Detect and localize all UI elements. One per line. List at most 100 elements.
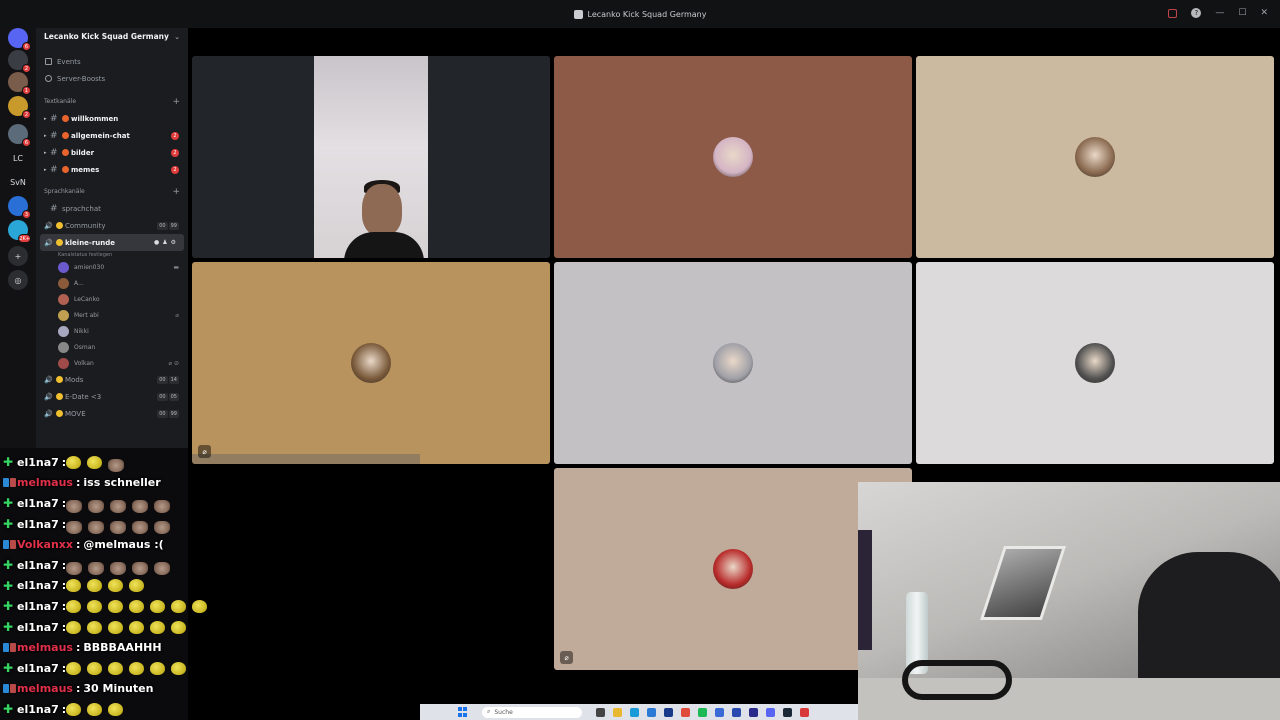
voice-member[interactable]: LeCanko xyxy=(36,291,188,307)
discover-icon[interactable]: ◎ xyxy=(8,270,28,290)
avatar xyxy=(58,341,69,353)
voice-channel-community[interactable]: 🔊 Community 00 99 xyxy=(36,217,188,234)
channel-allgemein-chat[interactable]: ▸ # allgemein-chat 2 xyxy=(36,127,188,144)
chat-message: ✚ el1na7: xyxy=(0,514,230,535)
avatar xyxy=(58,357,69,369)
voice-channel-mods[interactable]: 🔊 Mods 00 14 xyxy=(36,371,188,388)
maximize-icon[interactable]: ☐ xyxy=(1238,8,1246,18)
chat-text: 30 Minuten xyxy=(83,682,154,696)
cat-emote-icon xyxy=(154,499,171,513)
participant-tile[interactable] xyxy=(916,56,1274,258)
channel-bilder[interactable]: ▸ # bilder 2 xyxy=(36,144,188,161)
frog-emote-icon xyxy=(108,702,124,716)
chat-username: melmaus xyxy=(17,641,73,655)
participant-tile[interactable] xyxy=(554,262,912,464)
server-svn[interactable]: SvN xyxy=(8,172,28,192)
app-icon[interactable] xyxy=(664,707,673,717)
voice-member[interactable]: amien030 ▬ xyxy=(36,259,188,275)
server-icon[interactable]: 6 xyxy=(8,28,31,51)
app-icon[interactable] xyxy=(732,707,741,717)
vs-icon[interactable] xyxy=(749,707,758,717)
server-icon[interactable]: 2 xyxy=(8,50,31,73)
minimize-icon[interactable]: — xyxy=(1215,8,1224,18)
task-view-icon[interactable] xyxy=(596,707,605,717)
help-icon[interactable]: ? xyxy=(1191,8,1202,18)
server-boosts-label: Server-Boosts xyxy=(57,74,106,83)
chat-message: ✚ el1na7: xyxy=(0,699,230,720)
speaker-icon: 🔊 xyxy=(44,392,53,401)
category-text-channels[interactable]: Textkanäle + xyxy=(36,93,188,110)
window-title-text: Lecanko Kick Squad Germany xyxy=(587,9,707,19)
frog-emote-icon xyxy=(66,620,82,634)
frog-emote-icon xyxy=(129,661,145,675)
voice-member[interactable]: Volkan ⌀ ⊘ xyxy=(36,355,188,371)
voice-member[interactable]: A... xyxy=(36,275,188,291)
taskbar-search[interactable]: ⌕ Suche xyxy=(482,706,582,718)
store-icon[interactable] xyxy=(647,707,656,717)
subscriber-badge-icon xyxy=(3,540,17,550)
chat-icon[interactable]: ● xyxy=(154,239,159,246)
channel-memes[interactable]: ▸ # memes 2 xyxy=(36,161,188,178)
taskbar-apps xyxy=(596,707,809,717)
edge-icon[interactable] xyxy=(630,707,639,717)
subscriber-badge-icon xyxy=(3,684,17,694)
invite-icon[interactable]: ♟ xyxy=(162,239,167,246)
server-badge: 1 xyxy=(22,86,31,95)
chat-message: ✚ el1na7: xyxy=(0,596,230,617)
add-channel-icon[interactable]: + xyxy=(172,97,180,107)
participant-tile[interactable] xyxy=(554,56,912,258)
frog-emote-icon xyxy=(87,599,103,613)
unread-dot xyxy=(62,166,69,173)
chrome-icon[interactable] xyxy=(681,707,690,717)
channel-label: memes xyxy=(71,165,100,174)
server-boosts-link[interactable]: Server-Boosts xyxy=(36,70,188,87)
discord-icon[interactable] xyxy=(766,707,775,717)
participant-tile[interactable] xyxy=(192,56,550,258)
frog-emote-icon xyxy=(129,620,145,634)
app-icon[interactable] xyxy=(715,707,724,717)
guild-header[interactable]: Lecanko Kick Squad Germany ⌄ xyxy=(36,28,188,45)
window-controls: ? — ☐ ✕ xyxy=(1168,8,1268,18)
plus-badge-icon: ✚ xyxy=(3,661,14,676)
app-icon[interactable] xyxy=(800,707,809,717)
close-icon[interactable]: ✕ xyxy=(1260,8,1268,18)
gear-icon[interactable]: ⚙ xyxy=(171,239,176,246)
server-icon[interactable]: 3 xyxy=(8,196,31,219)
plus-badge-icon: ✚ xyxy=(3,496,14,511)
voice-channel-e-date-3[interactable]: 🔊 E-Date <3 00 05 xyxy=(36,388,188,405)
windows-start-icon[interactable] xyxy=(458,707,468,717)
cat-emote-icon xyxy=(154,561,171,575)
server-icon[interactable]: 1 xyxy=(8,72,31,95)
server-icon[interactable]: 2K+ xyxy=(8,220,31,243)
category-label: Sprachkanäle xyxy=(44,188,85,195)
chat-message: ✚ el1na7: xyxy=(0,493,230,514)
channel-label: MOVE xyxy=(65,409,86,418)
voice-channel-active[interactable]: 🔊 kleine-runde ● ♟ ⚙ xyxy=(40,234,184,251)
steam-icon[interactable] xyxy=(783,707,792,717)
status-dot xyxy=(56,410,63,417)
spotify-icon[interactable] xyxy=(698,707,707,717)
server-lc[interactable]: LC xyxy=(8,148,28,168)
hash-icon: # xyxy=(50,113,58,124)
explorer-icon[interactable] xyxy=(613,707,622,717)
channel-sprachchat[interactable]: # sprachchat xyxy=(36,200,188,217)
events-link[interactable]: Events xyxy=(36,53,188,70)
plus-badge-icon: ✚ xyxy=(3,620,14,635)
inbox-icon[interactable] xyxy=(1168,8,1178,18)
server-icon[interactable]: 6 xyxy=(8,124,31,147)
category-voice-channels[interactable]: Sprachkanäle + xyxy=(36,183,188,200)
participant-tile[interactable]: ⌀ xyxy=(192,262,550,464)
voice-member[interactable]: Osman xyxy=(36,339,188,355)
add-server-icon[interactable]: + xyxy=(8,246,28,266)
channel-label: sprachchat xyxy=(62,204,101,213)
voice-member[interactable]: Mert abi ⌀ xyxy=(36,307,188,323)
server-icon[interactable]: 2 xyxy=(8,96,31,119)
voice-channel-move[interactable]: 🔊 MOVE 00 99 xyxy=(36,405,188,422)
frog-emote-icon xyxy=(171,599,187,613)
channel-status[interactable]: Kanalstatus festlegen xyxy=(36,251,188,259)
voice-member[interactable]: Nikki xyxy=(36,323,188,339)
chat-username: el1na7 xyxy=(17,620,59,634)
channel-willkommen[interactable]: ▸ # willkommen xyxy=(36,110,188,127)
add-channel-icon[interactable]: + xyxy=(172,187,180,197)
participant-tile[interactable] xyxy=(916,262,1274,464)
